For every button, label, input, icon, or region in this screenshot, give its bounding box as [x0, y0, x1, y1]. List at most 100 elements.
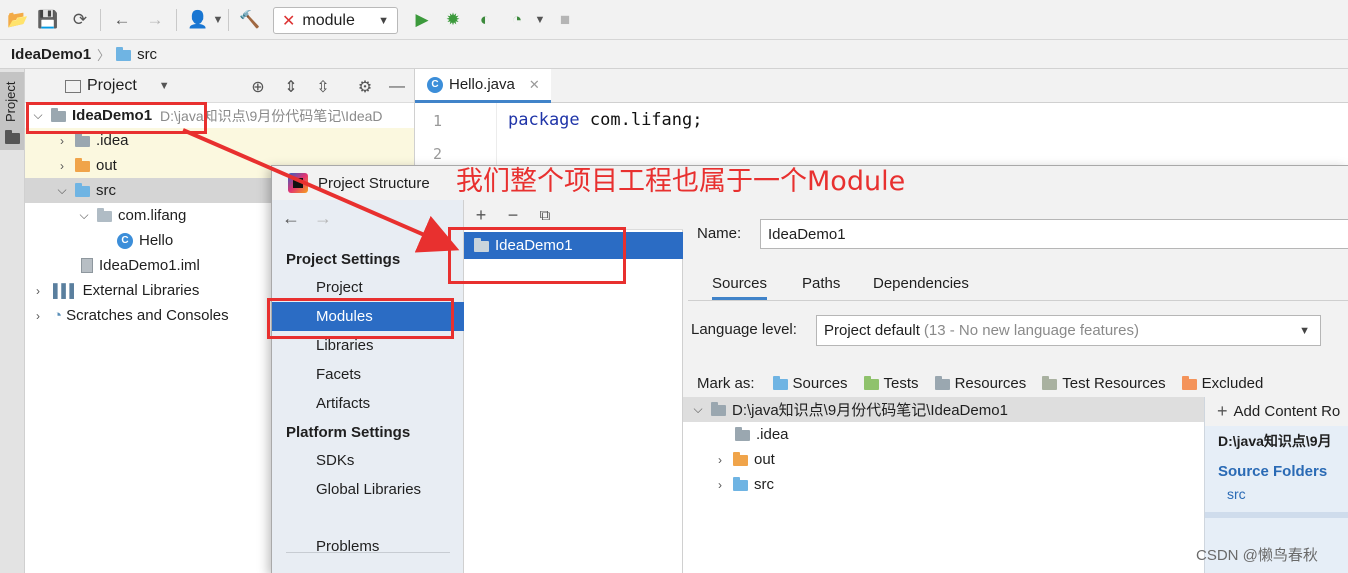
content-item-out[interactable]: › out — [683, 447, 1205, 472]
project-view-selector[interactable]: Project ▼ — [65, 77, 170, 95]
save-icon[interactable]: 💾 — [36, 8, 60, 32]
nav-item-sdks[interactable]: SDKs — [272, 446, 464, 475]
content-root-path: D:\java知识点\9月份代码笔记\IdeaDemo1 — [732, 402, 1008, 419]
profile-icon[interactable]: ◔ — [505, 8, 529, 32]
tab-sources[interactable]: Sources — [712, 275, 768, 300]
coverage-icon[interactable]: ◐ — [473, 8, 497, 32]
content-item-label: out — [754, 451, 775, 468]
nav-item-problems[interactable]: Problems — [272, 532, 464, 561]
tab-paths[interactable]: Paths — [802, 275, 840, 292]
tree-item-label: IdeaDemo1 — [72, 107, 153, 124]
line-number: 1 — [433, 112, 443, 130]
module-folder-icon — [474, 238, 489, 252]
content-root-path-label: D:\java知识点\9月 — [1218, 433, 1332, 449]
copy-icon[interactable]: ⧉ — [534, 204, 556, 226]
mark-tests-label: Tests — [883, 374, 919, 392]
code-line[interactable]: package com.lifang; — [508, 110, 702, 130]
project-view-icon — [65, 79, 81, 93]
breadcrumb-project[interactable]: IdeaDemo1 — [11, 46, 91, 63]
resources-folder-icon — [934, 375, 950, 390]
sync-icon[interactable]: ⟳ — [68, 8, 92, 32]
chevron-down-icon: ▼ — [1299, 324, 1310, 337]
folder-icon — [75, 158, 90, 172]
gear-icon[interactable]: ⚙ — [354, 76, 376, 98]
mark-excluded-button[interactable]: Excluded — [1181, 375, 1263, 392]
code-text: com.lifang; — [579, 110, 703, 130]
tab-dependencies[interactable]: Dependencies — [873, 275, 969, 292]
debug-icon[interactable]: ✹ — [441, 8, 465, 32]
chevron-right-icon: › — [60, 133, 64, 148]
add-content-root-button[interactable]: + Add Content Ro — [1205, 397, 1348, 426]
back-icon[interactable]: ← — [282, 208, 300, 229]
intellij-logo-icon — [288, 173, 308, 193]
chevron-right-icon: › — [718, 477, 722, 492]
nav-item-global-libraries[interactable]: Global Libraries — [272, 475, 464, 504]
open-folder-icon[interactable]: 📂 — [6, 8, 30, 32]
nav-item-project[interactable]: Project — [272, 273, 464, 302]
forward-icon[interactable]: → — [314, 208, 332, 229]
tree-item-idea[interactable]: › .idea — [25, 128, 414, 153]
nav-item-libraries[interactable]: Libraries — [272, 331, 464, 360]
remove-icon[interactable]: − — [502, 204, 524, 226]
chevron-right-icon: › — [718, 452, 722, 467]
nav-item-modules[interactable]: Modules — [272, 302, 464, 331]
module-name-field[interactable]: IdeaDemo1 — [760, 219, 1348, 249]
collapse-all-icon[interactable]: ⇳ — [312, 76, 334, 98]
content-item-src[interactable]: › src — [683, 472, 1205, 497]
nav-item-facets[interactable]: Facets — [272, 360, 464, 389]
forward-icon[interactable]: → — [143, 8, 167, 32]
module-item-label: IdeaDemo1 — [495, 237, 573, 254]
code-keyword: package — [508, 110, 580, 130]
chevron-down-icon: ⌵ — [33, 108, 43, 122]
content-root-row[interactable]: ⌵ D:\java知识点\9月份代码笔记\IdeaDemo1 — [683, 397, 1205, 422]
module-item[interactable]: IdeaDemo1 — [464, 232, 683, 259]
tree-item-path: D:\java知识点\9月份代码笔记\IdeaD — [160, 107, 383, 124]
chevron-down-icon[interactable]: ▼ — [206, 8, 230, 32]
chevron-right-icon: › — [60, 158, 64, 173]
breadcrumb: IdeaDemo1 〉 src — [0, 40, 1348, 69]
folder-icon — [116, 46, 132, 61]
locate-icon[interactable]: ⊕ — [247, 76, 269, 98]
add-content-root-label: Add Content Ro — [1233, 403, 1341, 420]
tab-hello-java[interactable]: C Hello.java ✕ — [415, 69, 551, 103]
stop-icon[interactable]: ■ — [553, 8, 577, 32]
chevron-down-icon[interactable]: ▼ — [528, 8, 552, 32]
dialog-title: Project Structure — [318, 174, 430, 192]
tree-item-label: Scratches and Consoles — [66, 307, 229, 324]
run-config-select[interactable]: ✕ module ▼ — [273, 7, 398, 34]
source-folder-item[interactable]: src — [1227, 486, 1246, 502]
tree-item-label: src — [96, 182, 116, 199]
build-hammer-icon[interactable]: 🔨 — [238, 8, 262, 32]
mark-test-resources-button[interactable]: Test Resources — [1042, 375, 1166, 392]
mark-sources-button[interactable]: Sources — [772, 375, 848, 392]
project-settings-heading: Project Settings — [286, 251, 401, 268]
run-icon[interactable]: ▶ — [410, 8, 434, 32]
expand-all-icon[interactable]: ⇕ — [280, 76, 302, 98]
mark-as-row: Mark as: Sources Tests Resources Test Re… — [697, 372, 1263, 394]
close-icon[interactable]: ✕ — [529, 77, 540, 93]
content-item-idea[interactable]: .idea — [683, 422, 1205, 447]
project-panel-title: Project — [87, 77, 137, 94]
mark-resources-button[interactable]: Resources — [934, 375, 1026, 392]
tree-item-label: .idea — [96, 132, 129, 149]
watermark: CSDN @懒鸟春秋 — [1196, 547, 1318, 564]
mark-tests-button[interactable]: Tests — [863, 374, 919, 392]
tree-item-root[interactable]: ⌵ IdeaDemo1 D:\java知识点\9月份代码笔记\IdeaD — [25, 103, 414, 128]
breadcrumb-folder[interactable]: src — [137, 46, 157, 63]
settings-nav: ← → Project Settings Project Modules Lib… — [272, 200, 464, 573]
library-icon: ▌▌▌ — [53, 283, 79, 298]
tests-folder-icon — [863, 375, 879, 390]
language-level-hint: (13 - No new language features) — [923, 322, 1140, 339]
language-level-value: Project default — [824, 322, 920, 339]
nav-arrows: ← → — [282, 208, 332, 229]
language-level-select[interactable]: Project default (13 - No new language fe… — [816, 315, 1321, 346]
chevron-down-icon: ⌵ — [79, 208, 89, 222]
java-class-icon: C — [117, 232, 133, 249]
content-item-label: .idea — [756, 426, 789, 443]
back-icon[interactable]: ← — [110, 8, 134, 32]
add-icon[interactable]: + — [470, 204, 492, 226]
nav-item-artifacts[interactable]: Artifacts — [272, 389, 464, 418]
tree-item-label: Hello — [139, 232, 174, 249]
minimize-icon[interactable]: — — [386, 76, 408, 98]
main-toolbar: 📂 💾 ⟳ ← → 👤 ▼ 🔨 ✕ module ▼ ▶ ✹ ◐ ◔ ▼ ■ — [0, 0, 1348, 40]
